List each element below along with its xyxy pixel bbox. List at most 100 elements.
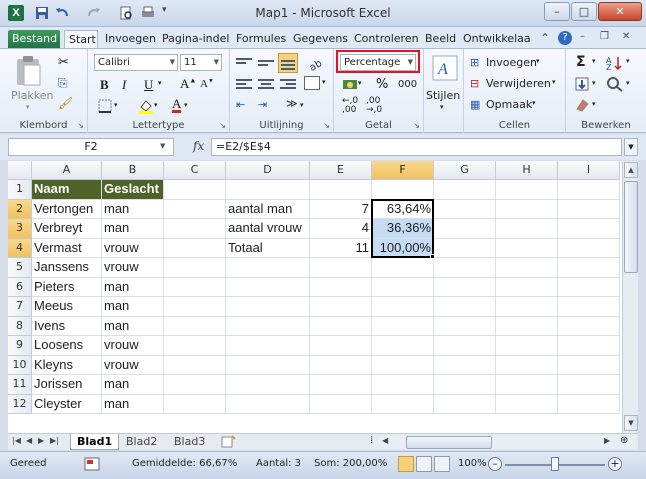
cell-e1[interactable] [310,180,372,200]
cell-d5[interactable] [226,258,310,278]
cell-d6[interactable] [226,277,310,297]
cell-b3[interactable]: man [102,219,164,239]
align-right-icon[interactable] [280,77,296,91]
clipboard-launcher-icon[interactable]: ↘ [77,121,84,130]
cell-b10[interactable]: vrouw [102,355,164,375]
row-header-6[interactable]: 6 [8,277,32,297]
sheet-tab-blad1[interactable]: Blad1 [70,434,120,450]
cell-f1[interactable] [372,180,434,200]
doc-minimize-icon[interactable]: – [580,31,585,42]
cell-c4[interactable] [164,238,226,258]
tab-ontwikkelaar[interactable]: Ontwikkelaa [459,30,535,49]
cell-g6[interactable] [434,277,496,297]
cell-i12[interactable] [558,394,620,414]
row-header-12[interactable]: 12 [8,394,32,414]
font-color-icon[interactable]: A [172,97,182,113]
cell-g11[interactable] [434,375,496,395]
cell-c10[interactable] [164,355,226,375]
sheet-tab-blad2[interactable]: Blad2 [120,434,163,450]
cell-f4[interactable]: 100,00% [372,238,434,258]
fill-dropdown-icon[interactable]: ▾ [592,79,596,87]
cell-a3[interactable]: Verbreyt [32,219,102,239]
cell-g2[interactable] [434,199,496,219]
cell-i7[interactable] [558,297,620,317]
cell-d8[interactable] [226,316,310,336]
borders-dropdown-icon[interactable]: ▾ [114,101,118,109]
tab-invoegen[interactable]: Invoegen [101,30,160,49]
align-top-icon[interactable] [236,56,252,70]
cell-i1[interactable] [558,180,620,200]
tab-start[interactable]: Start [64,30,98,49]
fill-handle[interactable] [430,254,435,259]
sort-filter-icon[interactable]: AZ [606,55,624,71]
increase-indent-icon[interactable]: ⇥ [258,98,267,111]
cell-b9[interactable]: vrouw [102,336,164,356]
cell-e8[interactable] [310,316,372,336]
cell-a8[interactable]: Ivens [32,316,102,336]
styles-dropdown-icon[interactable]: ▾ [440,103,444,111]
close-button[interactable]: ✕ [598,2,642,21]
insert-cells-button[interactable]: Invoegen [486,56,537,69]
last-sheet-icon[interactable]: ▶| [50,436,59,445]
cell-a9[interactable]: Loosens [32,336,102,356]
font-color-dropdown-icon[interactable]: ▾ [184,101,188,109]
cell-f6[interactable] [372,277,434,297]
vertical-scrollbar[interactable]: ▲ ▼ [622,161,638,433]
paste-icon[interactable] [14,55,44,87]
copy-icon[interactable]: ⎘ [58,76,68,91]
cell-e7[interactable] [310,297,372,317]
cell-a6[interactable]: Pieters [32,277,102,297]
cell-e12[interactable] [310,394,372,414]
cell-e10[interactable] [310,355,372,375]
sheet-tab-blad3[interactable]: Blad3 [168,434,211,450]
cell-b8[interactable]: man [102,316,164,336]
insert-function-icon[interactable]: fx [193,139,204,153]
cell-d12[interactable] [226,394,310,414]
cell-c5[interactable] [164,258,226,278]
accounting-dropdown-icon[interactable]: ▾ [358,79,362,87]
cell-h5[interactable] [496,258,558,278]
cell-i5[interactable] [558,258,620,278]
tab-formules[interactable]: Formules [232,30,290,49]
decrease-decimal-icon[interactable]: ,00 →,0 [366,97,382,115]
cell-d10[interactable] [226,355,310,375]
increase-decimal-icon[interactable]: ←,0,00 [342,97,358,115]
merge-dropdown-icon[interactable]: ▾ [322,78,326,86]
bold-button[interactable]: B [100,77,109,93]
column-header-a[interactable]: A [32,161,102,180]
cell-g10[interactable] [434,355,496,375]
row-header-4[interactable]: 4 [8,238,32,258]
cell-e9[interactable] [310,336,372,356]
cell-b2[interactable]: man [102,199,164,219]
column-header-d[interactable]: D [226,161,310,180]
italic-button[interactable]: I [122,77,126,93]
cell-h6[interactable] [496,277,558,297]
tab-bestand[interactable]: Bestand [8,30,60,49]
cell-h1[interactable] [496,180,558,200]
fill-color-icon[interactable] [138,98,154,114]
insert-dropdown-icon[interactable]: ▾ [536,57,540,65]
cell-g1[interactable] [434,180,496,200]
prev-sheet-icon[interactable]: ◀ [26,436,32,445]
cell-a2[interactable]: Vertongen [32,199,102,219]
insert-sheet-icon[interactable] [220,435,236,449]
select-all-corner[interactable] [8,161,32,180]
worksheet-grid[interactable]: ABCDEFGHI 1 2 3 4 5 6 7 8 9 10 11 12 Naam Geslacht Ve… [8,161,622,433]
row-header-11[interactable]: 11 [8,375,32,395]
cell-d11[interactable] [226,375,310,395]
cell-d4[interactable]: Totaal [226,238,310,258]
tab-split-handle[interactable]: ⁞ [370,435,373,446]
align-middle-icon[interactable] [258,58,274,72]
cell-d3[interactable]: aantal vrouw [226,219,310,239]
cell-b12[interactable]: man [102,394,164,414]
cell-e6[interactable] [310,277,372,297]
underline-button[interactable]: U [144,77,153,93]
scroll-up-icon[interactable]: ▲ [624,162,638,178]
row-header-8[interactable]: 8 [8,316,32,336]
column-header-e[interactable]: E [310,161,372,180]
cell-f10[interactable] [372,355,434,375]
delete-dropdown-icon[interactable]: ▾ [552,78,556,86]
cell-d7[interactable] [226,297,310,317]
delete-cells-button[interactable]: Verwijderen [486,77,551,90]
formula-input[interactable]: =E2/$E$4 [211,138,622,156]
